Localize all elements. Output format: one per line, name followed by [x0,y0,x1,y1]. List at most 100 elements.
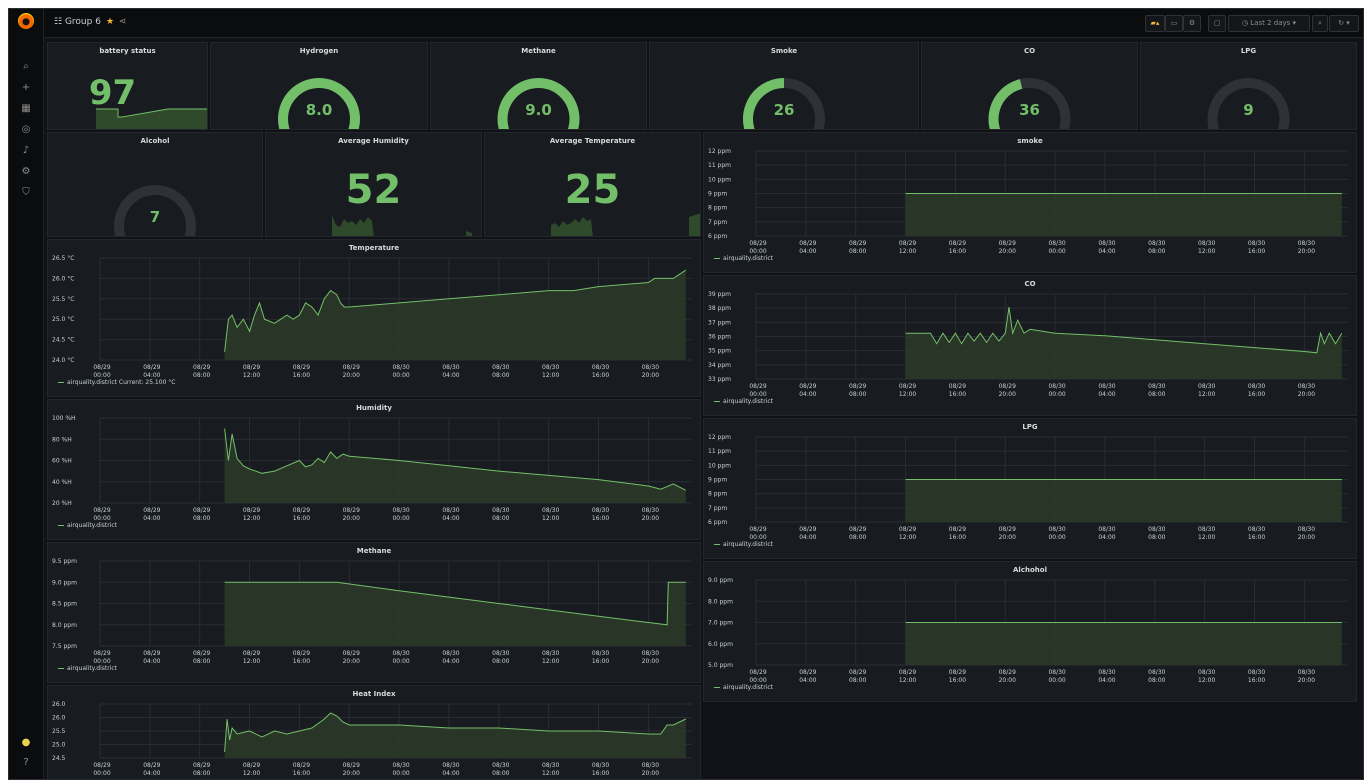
alert-icon[interactable]: ♪ [20,145,32,157]
x-tick-date: 08/30 [492,650,509,657]
chart-legend[interactable]: airquality.district [714,398,773,405]
x-tick-time: 00:00 [93,770,110,777]
legend-label: airquality.district [723,541,774,548]
humidity-chart-panel[interactable]: Humidity 100 %H 80 %H 60 %H 40 %H 20 %H 08/29 0… [47,399,701,540]
methane-gauge-panel[interactable]: Methane 9.0 [430,42,647,130]
chart-legend[interactable]: airquality.district [58,665,117,672]
hydrogen-gauge-panel[interactable]: Hydrogen 8.0 [210,42,428,130]
alcohol-chart-panel[interactable]: Alchohol 9.0 ppm 8.0 ppm 7.0 ppm 6.0 ppm 5.0 … [703,561,1357,702]
x-tick-date: 08/29 [93,650,110,657]
sidebar: ⌕ + ▦ ◎ ♪ ⚙ ⛉ ● ? [9,9,44,779]
x-tick-time: 20:00 [343,515,360,522]
battery-status-panel[interactable]: battery status 97 [47,42,208,130]
tv-mode-button[interactable]: ▢ [1208,15,1226,32]
lpg-gauge-panel[interactable]: LPG 9 [1140,42,1357,130]
x-tick-date: 08/30 [542,507,559,514]
x-tick-date: 08/30 [1098,526,1115,533]
smoke-gauge-panel[interactable]: Smoke 26 [649,42,919,130]
x-tick-time: 20:00 [343,770,360,777]
gauge-svg: 9 [1207,78,1290,129]
heat-index-chart-panel[interactable]: Heat Index 26.0 26.0 25.5 25.0 24.5 08/29 00:00… [47,685,701,779]
smoke-chart-panel[interactable]: smoke 12 ppm 11 ppm 10 ppm 9 ppm 8 ppm 7 ppm 6 … [703,132,1357,273]
x-tick-time: 08:00 [849,248,866,255]
chart-legend[interactable]: airquality.district [714,541,773,548]
series-area [224,582,686,646]
x-tick-time: 04:00 [442,515,459,522]
co-chart-svg: 39 ppm 38 ppm 37 ppm 36 ppm 35 ppm 34 ppm 33 p… [708,291,1348,398]
user-icon[interactable]: ● [20,737,32,749]
shield-icon[interactable]: ⛉ [20,187,32,199]
x-tick-time: 08:00 [193,515,210,522]
x-tick-time: 04:00 [1098,677,1115,684]
lpg-chart-panel[interactable]: LPG 12 ppm 11 ppm 10 ppm 9 ppm 8 ppm 7 ppm 6 pp… [703,418,1357,559]
time-range-label: Last 2 days [1250,19,1291,27]
x-tick-date: 08/30 [492,762,509,769]
x-tick-time: 20:00 [642,658,659,665]
x-tick-date: 08/30 [1048,383,1065,390]
refresh-button[interactable]: ↻ ▾ [1329,15,1359,32]
y-tick-label: 8.0 ppm [52,622,77,629]
chart-legend[interactable]: airquality.district Current: 25.100 °C [58,379,175,386]
x-tick-date: 08/29 [243,762,260,769]
average-temperature-panel[interactable]: Average Temperature 25 [484,132,701,237]
help-icon[interactable]: ? [20,757,32,769]
y-tick-label: 26.0 [52,701,66,708]
x-tick-date: 08/30 [592,364,609,371]
y-tick-label: 9.0 ppm [708,577,733,584]
x-tick-date: 08/29 [799,383,816,390]
co-chart-panel[interactable]: CO 39 ppm 38 ppm 37 ppm 36 ppm 35 ppm 34 ppm 33… [703,275,1357,416]
y-tick-label: 6 ppm [708,233,727,240]
chart-legend[interactable]: airquality.district [58,522,117,529]
x-tick-date: 08/29 [749,383,766,390]
x-tick-time: 20:00 [999,677,1016,684]
dashboards-icon[interactable]: ▦ [20,103,32,115]
alcohol-gauge-panel[interactable]: Alcohol 7 [47,132,263,237]
legend-label: airquality.district [723,255,774,262]
temperature-chart-panel[interactable]: Temperature 26.5 °C 26.0 °C 25.5 °C 25.0 °C 2… [47,239,701,397]
breadcrumb[interactable]: ☷ Group 6 ★ ⋖ [54,17,127,27]
x-tick-date: 08/29 [949,669,966,676]
x-tick-time: 16:00 [293,372,310,379]
x-tick-time: 08:00 [1148,391,1165,398]
search-icon[interactable]: ⌕ [20,61,32,73]
legend-label: airquality.district [67,665,118,672]
x-tick-time: 00:00 [749,248,766,255]
plus-icon[interactable]: + [20,82,32,94]
x-tick-time: 12:00 [542,658,559,665]
x-tick-date: 08/29 [849,526,866,533]
star-icon[interactable]: ★ [106,17,114,27]
temperature-chart-svg: 26.5 °C 26.0 °C 25.5 °C 25.0 °C 24.5 °C 24.0 … [52,255,692,379]
explore-icon[interactable]: ◎ [20,124,32,136]
average-humidity-panel[interactable]: Average Humidity 52 [265,132,482,237]
x-tick-date: 08/29 [999,526,1016,533]
x-tick-time: 12:00 [1198,248,1215,255]
x-tick-date: 08/30 [392,364,409,371]
grafana-logo-icon[interactable] [18,13,34,29]
x-tick-time: 00:00 [93,372,110,379]
x-tick-date: 08/30 [592,507,609,514]
y-tick-label: 38 ppm [708,305,731,312]
chart-legend[interactable]: airquality.district [714,684,773,691]
chart-legend[interactable]: airquality.district [714,255,773,262]
co-gauge-panel[interactable]: CO 36 [921,42,1138,130]
x-tick-date: 08/30 [542,364,559,371]
x-tick-date: 08/29 [799,669,816,676]
x-tick-date: 08/29 [999,669,1016,676]
legend-label: airquality.district [723,684,774,691]
add-panel-button[interactable]: ▰▴ [1145,15,1165,32]
zoom-out-button[interactable]: ⌕ [1312,15,1328,32]
y-tick-label: 9.0 ppm [52,579,77,586]
share-icon[interactable]: ⋖ [119,17,127,27]
x-tick-date: 08/29 [343,507,360,514]
legend-swatch [714,544,720,545]
methane-chart-panel[interactable]: Methane 9.5 ppm 9.0 ppm 8.5 ppm 8.0 ppm 7.5 p… [47,542,701,683]
dashboard-title[interactable]: Group 6 [65,17,101,27]
time-range-picker[interactable]: ◷ Last 2 days ▾ [1228,15,1310,32]
save-button[interactable]: ▭ [1165,15,1183,32]
settings-button[interactable]: ⚙ [1183,15,1201,32]
gear-icon[interactable]: ⚙ [20,166,32,178]
x-tick-date: 08/29 [143,762,160,769]
x-tick-date: 08/29 [899,240,916,247]
x-tick-date: 08/30 [492,507,509,514]
x-tick-date: 08/30 [1248,526,1265,533]
